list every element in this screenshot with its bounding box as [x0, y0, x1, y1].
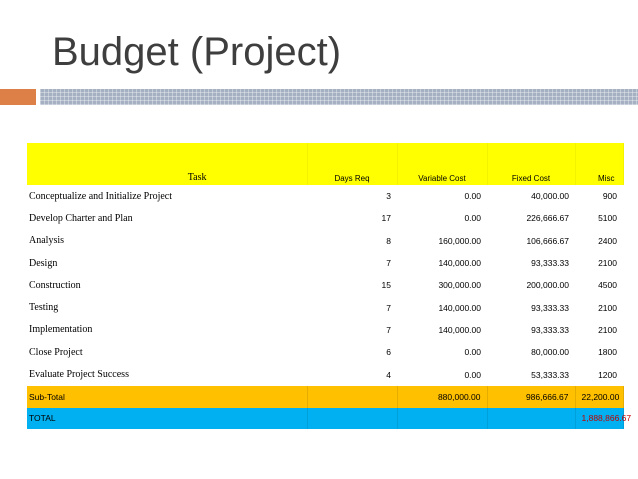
header-variable-cost: Variable Cost [397, 143, 488, 185]
cell-variable-cost: 0.00 [464, 213, 481, 224]
cell-fixed-cost: 93,333.33 [531, 324, 569, 335]
cell-fixed-cost: 200,000.00 [526, 280, 569, 291]
cell-days: 7 [386, 302, 391, 313]
cell-variable-cost: 140,000.00 [438, 258, 481, 269]
table-row: Analysis 8 160,000.00 106,666.67 2400 [27, 230, 623, 252]
cell-task: Testing [29, 302, 59, 314]
cell-misc: 900 [602, 191, 617, 202]
cell-fixed-cost: 93,333.33 [531, 302, 569, 313]
cell-variable-cost: 0.00 [464, 347, 481, 358]
cell-variable-cost: 160,000.00 [438, 235, 481, 246]
cell-misc: 5100 [598, 213, 617, 224]
header-fixed-cost: Fixed Cost [487, 143, 576, 185]
subtotal-variable-cost: 880,000.00 [397, 385, 488, 408]
cell-task: Close Project [29, 346, 83, 358]
cell-variable-cost: 140,000.00 [438, 324, 481, 335]
subtotal-misc: 22,200.00 [575, 385, 624, 408]
cell-task: Implementation [29, 324, 93, 336]
header-days-req: Days Req [307, 143, 398, 185]
subtotal-days-empty [307, 385, 398, 408]
subtotal-fixed-cost: 986,666.67 [487, 385, 576, 408]
table-row: Close Project 6 0.00 80,000.00 1800 [27, 341, 623, 363]
cell-variable-cost: 140,000.00 [438, 302, 481, 313]
cell-days: 15 [381, 280, 391, 291]
header-task: Task [27, 143, 308, 185]
total-empty-3 [487, 407, 576, 429]
cell-misc: 2100 [598, 324, 617, 335]
cell-fixed-cost: 80,000.00 [531, 347, 569, 358]
header-misc: Misc [575, 143, 624, 185]
budget-table: Task Days Req Variable Cost Fixed Cost M… [27, 143, 631, 429]
accent-bar-orange [0, 89, 36, 105]
table-row: Develop Charter and Plan 17 0.00 226,666… [27, 207, 623, 229]
cell-variable-cost: 0.00 [464, 191, 481, 202]
cell-misc: 2400 [598, 235, 617, 246]
total-label: TOTAL [27, 407, 308, 429]
cell-task: Construction [29, 279, 81, 291]
cell-days: 3 [386, 191, 391, 202]
cell-misc: 1200 [598, 369, 617, 380]
cell-days: 4 [386, 369, 391, 380]
cell-fixed-cost: 93,333.33 [531, 258, 569, 269]
cell-misc: 2100 [598, 258, 617, 269]
cell-days: 7 [386, 324, 391, 335]
total-empty-2 [397, 407, 488, 429]
total-row: TOTAL 1,888,866.67 [27, 407, 631, 429]
cell-days: 8 [386, 235, 391, 246]
accent-bar-gray [40, 89, 638, 105]
cell-task: Conceptualize and Initialize Project [29, 190, 172, 202]
cell-days: 17 [381, 213, 391, 224]
slide-title: Budget (Project) [52, 30, 342, 74]
total-value: 1,888,866.67 [575, 407, 631, 429]
table-row: Construction 15 300,000.00 200,000.00 45… [27, 274, 623, 296]
table-row: Implementation 7 140,000.00 93,333.33 21… [27, 319, 623, 341]
cell-variable-cost: 300,000.00 [438, 280, 481, 291]
cell-misc: 4500 [598, 280, 617, 291]
cell-task: Evaluate Project Success [29, 369, 129, 381]
cell-misc: 1800 [598, 347, 617, 358]
cell-variable-cost: 0.00 [464, 369, 481, 380]
cell-task: Design [29, 257, 58, 269]
cell-task: Develop Charter and Plan [29, 212, 133, 224]
cell-fixed-cost: 106,666.67 [526, 235, 569, 246]
table-row: Testing 7 140,000.00 93,333.33 2100 [27, 296, 623, 318]
cell-fixed-cost: 226,666.67 [526, 213, 569, 224]
cell-task: Analysis [29, 235, 64, 247]
cell-days: 6 [386, 347, 391, 358]
table-header: Task Days Req Variable Cost Fixed Cost M… [27, 143, 624, 185]
table-row: Conceptualize and Initialize Project 3 0… [27, 185, 623, 207]
cell-fixed-cost: 53,333.33 [531, 369, 569, 380]
cell-days: 7 [386, 258, 391, 269]
subtotal-row: Sub-Total 880,000.00 986,666.67 22,200.0… [27, 385, 624, 408]
subtotal-label: Sub-Total [27, 385, 308, 408]
table-row: Evaluate Project Success 4 0.00 53,333.3… [27, 363, 623, 385]
total-empty-1 [307, 407, 398, 429]
cell-fixed-cost: 40,000.00 [531, 191, 569, 202]
cell-misc: 2100 [598, 302, 617, 313]
table-row: Design 7 140,000.00 93,333.33 2100 [27, 252, 623, 274]
